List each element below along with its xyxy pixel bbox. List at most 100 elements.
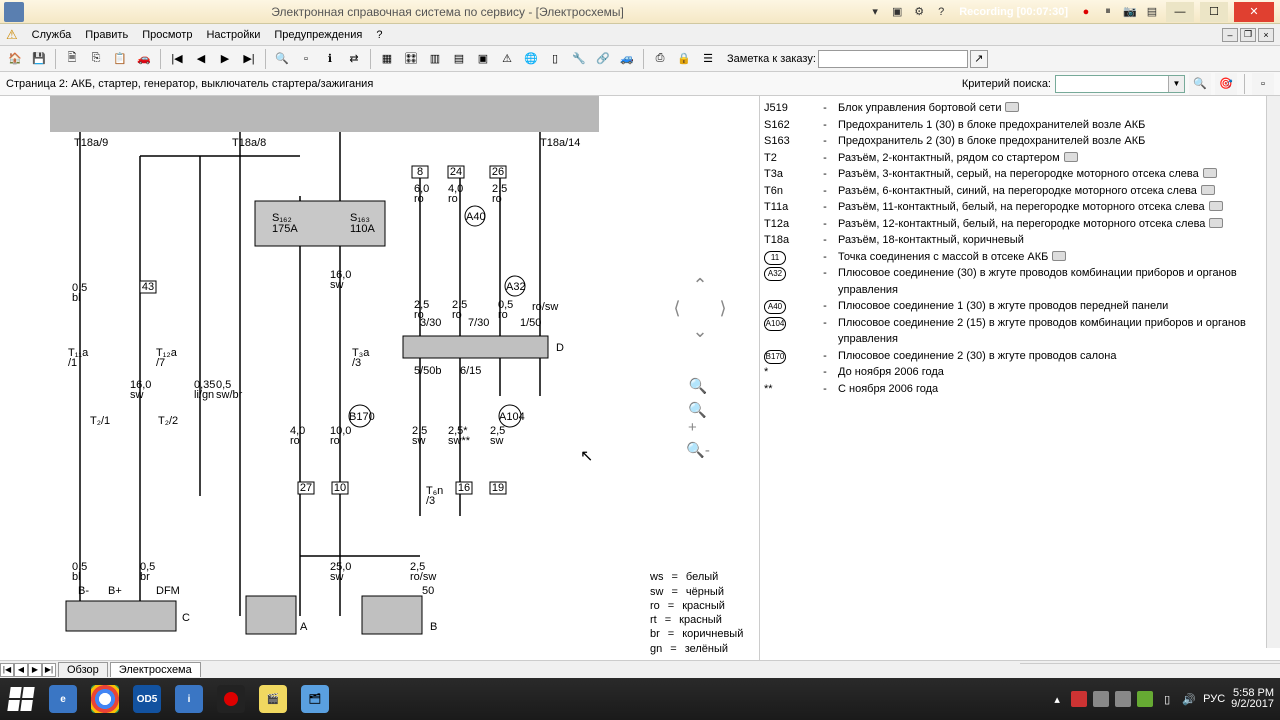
svg-text:/1: /1 xyxy=(68,357,77,369)
tray-app3-icon[interactable] xyxy=(1115,691,1131,707)
tab-schematic[interactable]: Электросхема xyxy=(110,662,201,677)
tb-swap-icon[interactable]: ⇄ xyxy=(343,48,365,70)
tb-first-icon[interactable]: |◀ xyxy=(166,48,188,70)
menu-help[interactable]: ? xyxy=(376,29,382,41)
mdi-restore-button[interactable]: ❐ xyxy=(1240,28,1256,42)
tb-last-icon[interactable]: ▶| xyxy=(238,48,260,70)
zoom-in-icon[interactable]: 🔍+ xyxy=(688,408,708,428)
zoom-100-icon[interactable]: 🔍 xyxy=(688,376,708,396)
task-info-icon[interactable]: i xyxy=(169,679,209,719)
camera-icon[interactable] xyxy=(1203,168,1217,178)
svg-text:ro: ro xyxy=(414,193,424,205)
pause-icon[interactable]: ⏸ xyxy=(1100,4,1116,20)
tb-globe-icon[interactable]: 🌐 xyxy=(520,48,542,70)
tb-warn-icon[interactable]: ⚠ xyxy=(496,48,518,70)
window-maximize-button[interactable]: ☐ xyxy=(1200,2,1228,22)
tab-nav-last-icon[interactable]: ▶| xyxy=(42,663,56,677)
tab-overview[interactable]: Обзор xyxy=(58,662,108,677)
scrollbar-vertical[interactable] xyxy=(1266,96,1280,648)
tray-chevron-icon[interactable]: ▾ xyxy=(867,4,883,20)
tray-app4-icon[interactable] xyxy=(1137,691,1153,707)
tb-fit-icon[interactable]: ▫ xyxy=(295,48,317,70)
record-circle-icon[interactable]: ● xyxy=(1078,4,1094,20)
menu-view[interactable]: Просмотр xyxy=(142,29,192,41)
tb-next-icon[interactable]: ▶ xyxy=(214,48,236,70)
note-input[interactable] xyxy=(818,50,968,68)
legend-row: A32-Плюсовое соединение (30) в жгуте про… xyxy=(764,265,1274,298)
recording-indicator[interactable]: Recording [00:07:30] xyxy=(955,5,1072,19)
tb-info-icon[interactable]: ℹ xyxy=(319,48,341,70)
tb-link-icon[interactable]: 🔗 xyxy=(592,48,614,70)
tb-copy-icon[interactable]: ⎘ xyxy=(85,48,107,70)
tb-block-icon[interactable]: ▣ xyxy=(472,48,494,70)
capture-icon[interactable]: ▣ xyxy=(889,4,905,20)
camera-icon[interactable] xyxy=(1052,251,1066,261)
tb-list-icon[interactable]: ☰ xyxy=(697,48,719,70)
camera-icon[interactable] xyxy=(1201,185,1215,195)
settings-icon[interactable]: ⚙ xyxy=(911,4,927,20)
nav-up-icon[interactable]: ⌃ xyxy=(691,276,709,294)
camera-icon[interactable] xyxy=(1209,218,1223,228)
folder-icon[interactable]: ▤ xyxy=(1144,4,1160,20)
tab-nav-first-icon[interactable]: |◀ xyxy=(0,663,14,677)
tab-nav-next-icon[interactable]: ▶ xyxy=(28,663,42,677)
tb-car-icon[interactable]: 🚗 xyxy=(133,48,155,70)
tray-lang[interactable]: РУС xyxy=(1203,693,1225,705)
task-chrome-icon[interactable] xyxy=(85,679,125,719)
camera-icon[interactable]: 📷 xyxy=(1122,4,1138,20)
nav-left-icon[interactable]: ⟨ xyxy=(668,299,686,317)
start-button[interactable] xyxy=(0,678,42,720)
tb-equalizer-icon[interactable]: 🎛 xyxy=(400,48,422,70)
tb-chip-icon[interactable]: ▦ xyxy=(376,48,398,70)
camera-icon[interactable] xyxy=(1064,152,1078,162)
menu-settings[interactable]: Настройки xyxy=(206,29,260,41)
tb-home-icon[interactable]: 🏠 xyxy=(4,48,26,70)
help-icon[interactable]: ? xyxy=(933,4,949,20)
tb-save-icon[interactable]: 💾 xyxy=(28,48,50,70)
tb-board-icon[interactable]: ▤ xyxy=(448,48,470,70)
tb-tree-icon[interactable]: ▯ xyxy=(544,48,566,70)
menu-warnings[interactable]: Предупреждения xyxy=(274,29,362,41)
tb-paste-icon[interactable]: 📋 xyxy=(109,48,131,70)
note-launch-button[interactable]: ↗ xyxy=(970,50,988,68)
task-odis-icon[interactable]: OD5 xyxy=(127,679,167,719)
tray-sound-icon[interactable]: 🔊 xyxy=(1181,691,1197,707)
tray-network-icon[interactable]: ▯ xyxy=(1159,691,1175,707)
search-combo[interactable]: ▼ xyxy=(1055,75,1185,93)
zoom-out-icon[interactable]: 🔍- xyxy=(688,440,708,460)
scrollbar-horizontal[interactable] xyxy=(1020,663,1280,677)
tab-nav-prev-icon[interactable]: ◀ xyxy=(14,663,28,677)
tray-clock[interactable]: 5:58 PM 9/2/2017 xyxy=(1231,688,1274,710)
task-ie-icon[interactable]: e xyxy=(43,679,83,719)
search-locate-icon[interactable]: 🎯 xyxy=(1215,73,1237,95)
legend-desc: Плюсовое соединение 2 (15) в жгуте прово… xyxy=(838,315,1274,348)
camera-icon[interactable] xyxy=(1209,201,1223,211)
task-explorer-icon[interactable]: 🗂 xyxy=(295,679,335,719)
chevron-down-icon[interactable]: ▼ xyxy=(1168,76,1184,92)
tb-car2-icon[interactable]: 🚙 xyxy=(616,48,638,70)
camera-icon[interactable] xyxy=(1005,102,1019,112)
tray-app2-icon[interactable] xyxy=(1093,691,1109,707)
menu-edit[interactable]: Править xyxy=(85,29,128,41)
tb-wrench-icon[interactable]: 🔧 xyxy=(568,48,590,70)
task-record-icon[interactable] xyxy=(211,679,251,719)
tb-module-icon[interactable]: ▥ xyxy=(424,48,446,70)
tray-app1-icon[interactable] xyxy=(1071,691,1087,707)
nav-down-icon[interactable]: ⌄ xyxy=(691,322,709,340)
tb-prev-icon[interactable]: ◀ xyxy=(190,48,212,70)
mdi-minimize-button[interactable]: – xyxy=(1222,28,1238,42)
tb-lock-icon[interactable]: 🔒 xyxy=(673,48,695,70)
menu-service[interactable]: Служба xyxy=(32,29,72,41)
tb-snap-icon[interactable]: ⎙ xyxy=(649,48,671,70)
window-minimize-button[interactable]: — xyxy=(1166,2,1194,22)
wiring-diagram-viewport[interactable]: S₁₆₂ 175A S₁₆₃ 110A D C A B A40 A32 B170… xyxy=(0,96,760,662)
tray-up-icon[interactable]: ▴ xyxy=(1049,691,1065,707)
search-find-icon[interactable]: 🔍 xyxy=(1189,73,1211,95)
window-close-button[interactable]: ✕ xyxy=(1234,2,1274,22)
tb-zoom-icon[interactable]: 🔍 xyxy=(271,48,293,70)
search-opt-icon[interactable]: ▫ xyxy=(1252,73,1274,95)
mdi-close-button[interactable]: × xyxy=(1258,28,1274,42)
tb-doc-icon[interactable]: 🗎 xyxy=(61,48,83,70)
task-movie-icon[interactable]: 🎬 xyxy=(253,679,293,719)
nav-right-icon[interactable]: ⟩ xyxy=(714,299,732,317)
